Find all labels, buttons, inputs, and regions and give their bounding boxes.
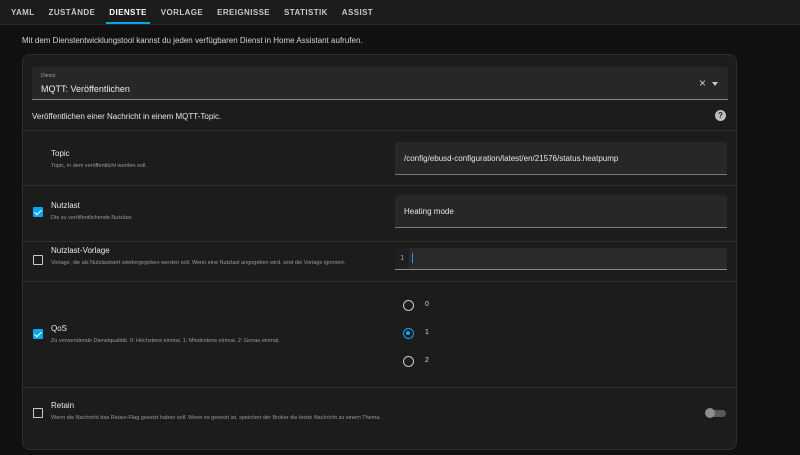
service-select-caption: Dienst [41, 73, 56, 79]
retain-toggle-thumb [705, 408, 715, 418]
topic-input[interactable]: /config/ebusd-configuration/latest/en/21… [395, 142, 727, 175]
qos-option-2-label: 2 [425, 357, 429, 364]
qos-help: Zu verwendende Dienstqualität. 0: Höchst… [51, 338, 280, 344]
chevron-down-icon[interactable] [712, 82, 718, 86]
tab-assist[interactable]: ASSIST [335, 0, 380, 24]
field-row-retain: Retain Wenn die Nachricht das Retain-Fla… [23, 387, 736, 449]
qos-radio-1[interactable] [403, 328, 414, 339]
payload-template-label: Nutzlast-Vorlage [51, 246, 110, 255]
retain-label: Retain [51, 401, 75, 410]
topic-help: Topic, in dem veröffentlicht werden soll… [51, 163, 147, 169]
payload-template-checkbox[interactable] [33, 255, 43, 265]
editor-cursor [412, 253, 413, 263]
qos-option-1-label: 1 [425, 329, 429, 336]
qos-radio-0[interactable] [403, 300, 414, 311]
payload-checkbox[interactable] [33, 207, 43, 217]
field-row-payload: Nutzlast Die zu veröffentlichende Nutzla… [23, 185, 736, 241]
payload-label: Nutzlast [51, 201, 80, 210]
qos-radio-2[interactable] [403, 356, 414, 367]
qos-checkbox[interactable] [33, 329, 43, 339]
payload-template-help: Vorlage, die als Nutzlastwert wiedergege… [51, 260, 346, 266]
retain-checkbox[interactable] [33, 408, 43, 418]
service-select[interactable]: Dienst MQTT: Veröffentlichen × [32, 67, 728, 100]
field-row-payload-template: Nutzlast-Vorlage Vorlage, die als Nutzla… [23, 241, 736, 281]
tab-events[interactable]: EREIGNISSE [210, 0, 277, 24]
qos-option-0-label: 0 [425, 301, 429, 308]
tab-template[interactable]: VORLAGE [154, 0, 210, 24]
field-row-topic: Topic Topic, in dem veröffentlicht werde… [23, 130, 736, 185]
retain-help: Wenn die Nachricht das Retain-Flag geset… [51, 415, 381, 421]
help-circle-icon[interactable]: ? [715, 110, 726, 121]
close-icon[interactable]: × [699, 77, 706, 89]
qos-label: QoS [51, 324, 68, 333]
retain-toggle[interactable] [705, 408, 727, 418]
service-description: Veröffentlichen einer Nachricht in einem… [32, 112, 222, 121]
payload-help: Die zu veröffentlichende Nutzlast. [51, 215, 133, 221]
tab-statistics[interactable]: STATISTIK [277, 0, 335, 24]
editor-line-number: 1 [400, 254, 405, 262]
intro-text: Mit dem Dienstentwicklungstool kannst du… [22, 36, 363, 45]
top-tab-bar: YAML ZUSTÄNDE DIENSTE VORLAGE EREIGNISSE… [0, 0, 800, 25]
field-row-qos: QoS Zu verwendende Dienstqualität. 0: Hö… [23, 281, 736, 387]
topic-label: Topic [51, 149, 70, 158]
payload-template-editor[interactable]: 1 [395, 248, 727, 270]
service-card: Dienst MQTT: Veröffentlichen × Veröffent… [22, 54, 737, 450]
payload-input[interactable]: Heating mode [395, 195, 727, 228]
service-select-value: MQTT: Veröffentlichen [41, 84, 130, 94]
tab-yaml[interactable]: YAML [4, 0, 42, 24]
tab-states[interactable]: ZUSTÄNDE [42, 0, 103, 24]
tab-services[interactable]: DIENSTE [102, 0, 153, 24]
